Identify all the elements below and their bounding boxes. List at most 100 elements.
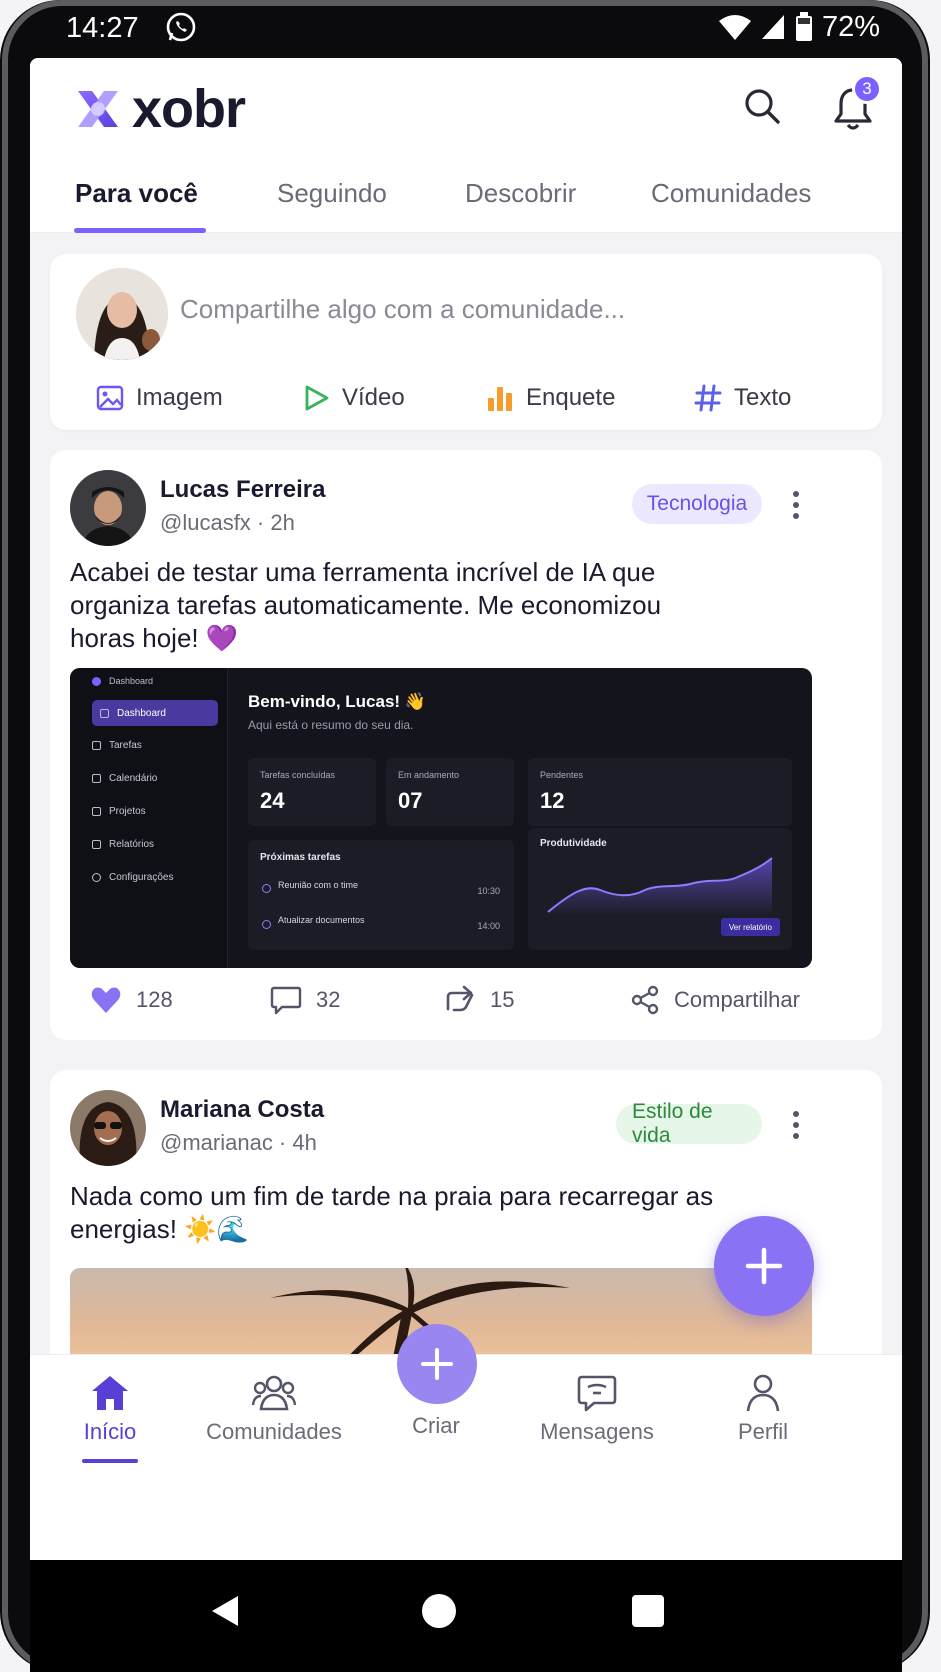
post-author-avatar[interactable]	[70, 470, 146, 546]
share-button[interactable]: Compartilhar	[630, 980, 800, 1020]
device-frame: 14:27 72% xobr 3 Para você Seguindo Desc…	[0, 0, 941, 1672]
nav-comunidades[interactable]: Comunidades	[204, 1373, 344, 1445]
dashboard-menu-item: Dashboard	[92, 700, 218, 726]
tab-comunidades[interactable]: Comunidades	[651, 178, 811, 209]
plus-icon	[745, 1247, 783, 1285]
productivity-chart	[547, 857, 773, 916]
nav-criar[interactable]: Criar	[366, 1413, 506, 1439]
task-dot-icon	[262, 920, 271, 929]
text-action-button[interactable]: Texto	[694, 378, 791, 418]
chat-icon	[577, 1375, 617, 1412]
post-composer: Compartilhe algo com a comunidade... Ima…	[50, 254, 882, 430]
tasks-title: Próximas tarefas	[260, 852, 341, 863]
image-action-button[interactable]: Imagem	[96, 378, 223, 418]
home-circle-icon[interactable]	[422, 1594, 456, 1628]
tab-para-voce[interactable]: Para você	[75, 178, 198, 209]
stat-card-label: Pendentes	[540, 770, 584, 780]
nav-perfil-label: Perfil	[737, 1419, 789, 1444]
create-button[interactable]	[397, 1324, 477, 1404]
dashboard-menu-label: Calendário	[109, 773, 158, 784]
dashboard-menu-label: Relatórios	[109, 839, 155, 850]
nav-mensagens-label: Mensagens	[540, 1419, 654, 1444]
status-right: 72%	[718, 10, 880, 44]
battery-percent: 72%	[821, 10, 880, 43]
nav-perfil[interactable]: Perfil	[693, 1373, 833, 1445]
post-author-name[interactable]: Mariana Costa	[160, 1096, 324, 1124]
video-action-label: Vídeo	[342, 384, 405, 411]
active-tab-indicator	[74, 228, 206, 233]
post-card: Lucas Ferreira @lucasfx · 2h Tecnologia …	[50, 450, 882, 1040]
status-time: 14:27	[66, 12, 139, 44]
nav-mensagens[interactable]: Mensagens	[527, 1373, 667, 1445]
hashtag-icon	[694, 384, 722, 412]
category-chip[interactable]: Tecnologia	[632, 484, 762, 524]
dashboard-sidebar: Dashboard Dashboard Tarefas Calendário P…	[70, 668, 228, 968]
notification-badge: 3	[852, 74, 882, 104]
recents-square-icon[interactable]	[632, 1595, 664, 1627]
comment-button[interactable]: 32	[270, 980, 340, 1020]
dashboard-brand: Dashboard	[92, 676, 153, 686]
author-avatar-image	[70, 470, 146, 546]
poll-action-button[interactable]: Enquete	[486, 378, 615, 418]
plus-icon	[421, 1348, 453, 1380]
author-avatar-image	[70, 1090, 146, 1166]
stat-card-label: Em andamento	[398, 770, 460, 780]
like-button[interactable]: 128	[90, 980, 173, 1020]
task-title: Reunião com o time	[278, 880, 359, 890]
app-logo[interactable]: xobr	[72, 79, 246, 139]
post-author-name[interactable]: Lucas Ferreira	[160, 476, 325, 504]
active-nav-indicator	[82, 1459, 138, 1463]
nav-inicio[interactable]: Início	[40, 1373, 180, 1445]
dashboard-greeting: Bem-vindo, Lucas! 👋	[248, 692, 426, 711]
back-icon[interactable]	[210, 1594, 240, 1628]
repost-button[interactable]: 15	[444, 980, 514, 1020]
productivity-title: Produtividade	[540, 838, 607, 849]
repost-icon	[446, 985, 474, 1012]
menu-icon	[100, 708, 109, 718]
more-options-icon[interactable]	[790, 490, 802, 520]
wifi-icon	[718, 15, 751, 40]
tab-descobrir[interactable]: Descobrir	[465, 178, 576, 209]
post-image-dashboard[interactable]: Dashboard Dashboard Tarefas Calendário P…	[70, 668, 812, 968]
signal-icon	[761, 15, 784, 39]
dashboard-menu-label: Dashboard	[117, 707, 166, 719]
home-icon	[92, 1376, 128, 1410]
share-icon	[631, 985, 659, 1015]
feed-tabs: Para você Seguindo Descobrir Comunidades	[30, 168, 902, 233]
more-options-icon[interactable]	[790, 1110, 802, 1140]
bar-chart-icon	[488, 387, 512, 411]
search-icon[interactable]	[740, 84, 786, 130]
whatsapp-icon	[166, 12, 196, 42]
new-post-fab[interactable]	[714, 1216, 814, 1316]
repost-count: 15	[490, 987, 515, 1012]
video-action-button[interactable]: Vídeo	[302, 378, 405, 418]
stat-card: Em andamento 07	[386, 758, 514, 826]
post-actions: 128 32 15 Compartilhar	[50, 980, 882, 1020]
post-author-avatar[interactable]	[70, 1090, 146, 1166]
status-bar: 14:27 72%	[30, 0, 902, 58]
dashboard-menu-item: Calendário	[92, 773, 157, 784]
user-avatar[interactable]	[76, 268, 168, 360]
stat-card-value: 12	[540, 788, 565, 813]
tab-seguindo[interactable]: Seguindo	[277, 178, 387, 209]
dashboard-menu-item: Relatórios	[92, 839, 154, 850]
system-navigation-bar	[30, 1560, 902, 1672]
composer-actions: Imagem Vídeo Enquete Texto	[50, 378, 882, 422]
stat-card-value: 07	[398, 788, 423, 813]
stat-card: Tarefas concluídas 24	[248, 758, 376, 826]
post-text: Nada como um fim de tarde na praia para …	[70, 1181, 714, 1244]
report-button: Ver relatório	[720, 918, 780, 936]
like-count: 128	[136, 987, 173, 1012]
compose-input[interactable]: Compartilhe algo com a comunidade...	[180, 294, 625, 325]
menu-icon	[92, 873, 101, 882]
dashboard-menu-item: Tarefas	[92, 740, 142, 751]
stat-card-value: 24	[260, 788, 285, 813]
dashboard-menu-label: Tarefas	[109, 740, 142, 751]
stat-card-label: Tarefas concluídas	[260, 770, 336, 780]
dashboard-menu-item: Configurações	[92, 872, 173, 883]
category-chip[interactable]: Estilo de vida	[616, 1100, 762, 1147]
tasks-card: Próximas tarefas Reunião com o time 10:3…	[248, 840, 514, 950]
post-text: Acabei de testar uma ferramenta incrível…	[70, 557, 662, 653]
person-icon	[746, 1374, 780, 1412]
text-action-label: Texto	[734, 384, 792, 411]
